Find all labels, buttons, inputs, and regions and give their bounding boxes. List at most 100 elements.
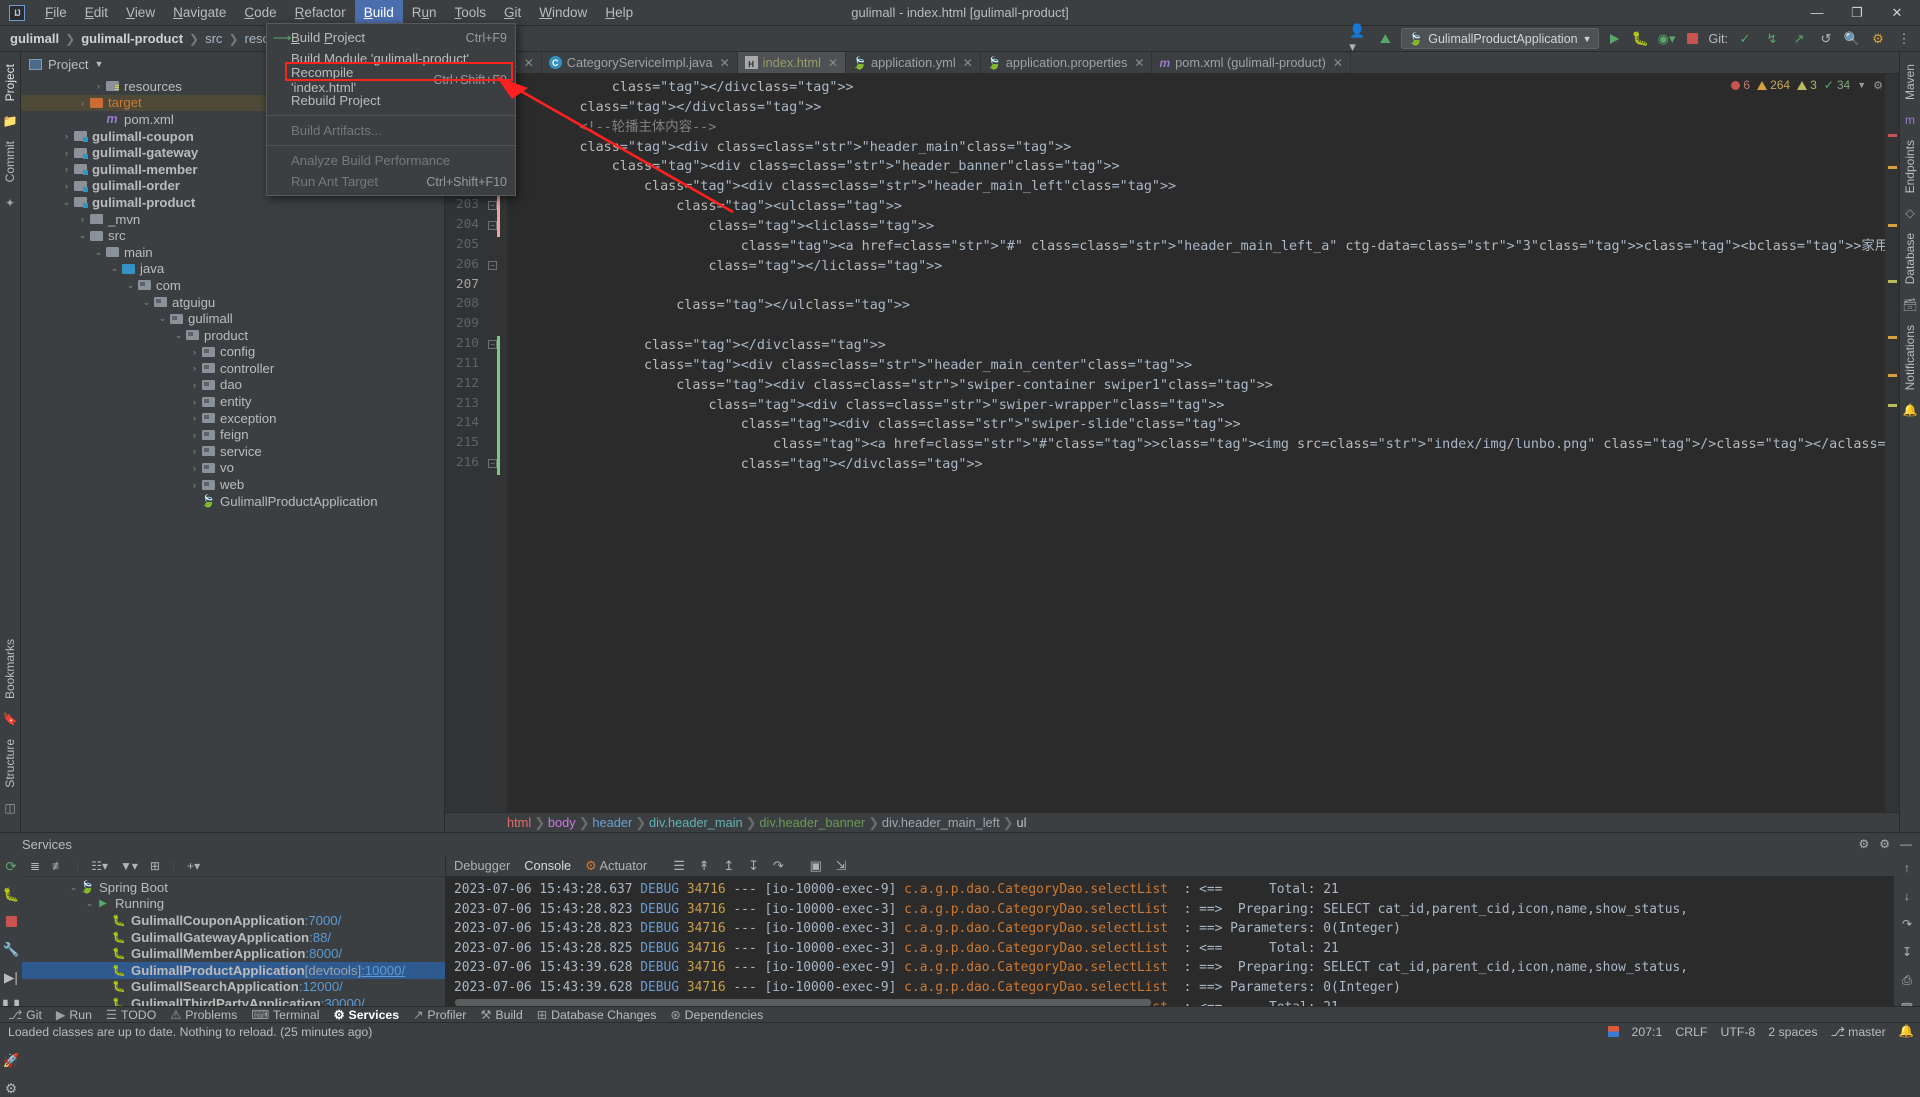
add-icon[interactable]: +▾ <box>187 859 200 873</box>
bookmark-icon[interactable]: 🔖 <box>3 712 18 726</box>
project-tree-row[interactable]: ›feign <box>21 426 444 443</box>
chevron-right-icon[interactable]: › <box>61 164 72 174</box>
menu-file[interactable]: File <box>36 0 76 26</box>
code-line[interactable]: class="tag"><div class=class="str">"head… <box>515 157 1120 177</box>
tool-tab-bookmarks[interactable]: Bookmarks <box>1 633 19 705</box>
chevron-down-icon[interactable]: ⌄ <box>173 330 184 341</box>
chevron-right-icon[interactable]: › <box>77 98 88 108</box>
add-tab-icon[interactable]: ⊞ <box>150 859 160 873</box>
service-port-link[interactable]: :12000/ <box>299 979 343 994</box>
menu-navigate[interactable]: Navigate <box>164 0 235 26</box>
inspection-errors[interactable]: 6 <box>1731 78 1750 92</box>
services-minimize-icon[interactable]: — <box>1900 837 1912 851</box>
project-tree-row[interactable]: ⌄java <box>21 261 444 278</box>
breadcrumb-header[interactable]: header <box>592 815 632 830</box>
chevron-right-icon[interactable]: › <box>61 148 72 158</box>
code-line[interactable]: class="tag"><div class=class="str">"head… <box>515 138 1071 158</box>
project-tree-row[interactable]: ⌄gulimall-product <box>21 194 444 211</box>
run-with-coverage-button[interactable]: ◉▾ <box>1657 29 1677 49</box>
user-avatar-icon[interactable]: 👤▾ <box>1349 29 1369 49</box>
project-tree-row[interactable]: ›web <box>21 476 444 493</box>
breadcrumb-ul[interactable]: ul <box>1017 815 1027 830</box>
code-fold-icon[interactable]: − <box>488 201 497 210</box>
close-icon[interactable]: ✕ <box>720 56 730 70</box>
soft-wrap-toggle-icon[interactable]: ↷ <box>1902 917 1912 931</box>
more-options-icon[interactable]: ⋮ <box>1894 29 1914 49</box>
breadcrumb-div-header-main[interactable]: div.header_main <box>649 815 743 830</box>
chevron-down-icon[interactable]: ▼ <box>94 59 103 69</box>
close-icon[interactable]: ✕ <box>963 56 973 70</box>
run-button[interactable] <box>1605 29 1625 49</box>
chevron-down-icon[interactable]: ⌄ <box>157 313 168 324</box>
services-toolbar[interactable]: ≣ ≢ | ☷▾ ▼▾ ⊞ | +▾ <box>22 855 445 877</box>
code-line[interactable]: class="tag"><div class=class="str">"swip… <box>515 415 1241 435</box>
console-tab-console[interactable]: Console <box>524 858 571 873</box>
error-stripe-mark[interactable] <box>1888 374 1897 377</box>
chevron-right-icon[interactable]: › <box>61 131 72 141</box>
error-stripe-mark[interactable] <box>1888 224 1897 227</box>
build-menu-popup[interactable]: ⟶ Build Project Ctrl+F9 Build Module 'gu… <box>266 23 516 196</box>
inspection-chevron-icon[interactable]: ▼ <box>1857 80 1866 90</box>
menu-refactor[interactable]: Refactor <box>286 0 355 26</box>
scroll-down-icon[interactable]: ↓ <box>1904 889 1910 903</box>
tool-window-bar[interactable]: ⎇Git▶Run☰TODO⚠Problems⌨Terminal⚙Services… <box>0 1006 1920 1022</box>
project-tree-row[interactable]: 🍃GulimallProductApplication <box>21 493 444 510</box>
breadcrumb-gulimall[interactable]: gulimall <box>8 31 61 46</box>
inspection-typos[interactable]: ✓ 34 <box>1824 78 1850 92</box>
chevron-right-icon[interactable]: › <box>189 430 200 440</box>
chevron-right-icon[interactable]: › <box>189 397 200 407</box>
soft-wrap-icon[interactable]: ↷ <box>773 858 784 874</box>
code-line[interactable]: class="tag"></divclass="tag">> <box>515 98 821 118</box>
menu-item-rebuild-project[interactable]: Rebuild Project <box>267 90 515 111</box>
project-tree-row[interactable]: ›config <box>21 344 444 361</box>
editor-tabs[interactable]: Service.java ✕ C CategoryServiceImpl.jav… <box>445 52 1899 74</box>
service-port-link[interactable]: :10000/ <box>361 963 405 978</box>
menu-help[interactable]: Help <box>596 0 642 26</box>
project-tree-row[interactable]: ›dao <box>21 377 444 394</box>
console-output[interactable]: 2023-07-06 15:43:28.637 DEBUG 34716 --- … <box>446 877 1894 1006</box>
project-tree-row[interactable]: ⌄atguigu <box>21 294 444 311</box>
tool-window-button-dependencies[interactable]: ⊛Dependencies <box>670 1008 763 1022</box>
code-line[interactable]: <!--轮播主体内容--> <box>515 118 716 138</box>
caret-position[interactable]: 207:1 <box>1632 1025 1663 1039</box>
export-icon[interactable]: ⇲ <box>836 858 847 874</box>
menu-window[interactable]: Window <box>530 0 596 26</box>
build-hammer-icon[interactable]: ⛰ <box>1375 29 1395 49</box>
tool-window-button-database-changes[interactable]: ⊞Database Changes <box>537 1008 657 1022</box>
chevron-right-icon[interactable]: › <box>61 181 72 191</box>
git-push-icon[interactable]: ↗ <box>1789 29 1809 49</box>
notifications-bell-icon[interactable]: 🔔 <box>1899 1024 1914 1039</box>
tool-tab-structure[interactable]: Structure <box>1 733 19 794</box>
menu-git[interactable]: Git <box>495 0 530 26</box>
structure-icon[interactable]: ◫ <box>4 801 15 815</box>
stop-icon[interactable] <box>6 915 17 930</box>
code-line[interactable]: class="tag"><div class=class="str">"head… <box>515 356 1192 376</box>
error-stripe-mark[interactable] <box>1888 166 1897 169</box>
console-horizontal-scrollbar[interactable] <box>455 999 1906 1006</box>
chevron-down-icon[interactable]: ⌄ <box>109 263 120 274</box>
help-icon[interactable]: ⚙ <box>5 1081 17 1097</box>
endpoints-icon[interactable]: ◇ <box>1905 206 1914 220</box>
tool-window-button-run[interactable]: ▶Run <box>56 1008 92 1022</box>
code-line[interactable]: class="tag"></ulclass="tag">> <box>515 296 910 316</box>
code-line[interactable]: class="tag"><div class=class="str">"swip… <box>515 376 1273 396</box>
project-tree-row[interactable]: ›_mvn <box>21 211 444 228</box>
print-icon[interactable]: ▣ <box>810 858 822 874</box>
tool-tab-database[interactable]: Database <box>1901 227 1919 290</box>
debug-button[interactable]: 🐛 <box>1631 29 1651 49</box>
tool-tab-notifications[interactable]: Notifications <box>1901 319 1919 396</box>
error-stripe[interactable] <box>1885 74 1899 812</box>
chevron-down-icon[interactable]: ⌄ <box>61 197 72 208</box>
error-stripe-mark[interactable] <box>1888 404 1897 407</box>
code-line[interactable]: class="tag"><a href=class="str">"#" clas… <box>515 237 1885 257</box>
services-tree[interactable]: ⌄🍃Spring Boot⌄▶Running🐛GulimallCouponApp… <box>22 877 445 1006</box>
close-button[interactable]: ✕ <box>1878 1 1916 25</box>
services-tree-row[interactable]: 🐛GulimallThirdPartyApplication :30000/ <box>22 995 445 1006</box>
project-tree-row[interactable]: ⌄main <box>21 244 444 261</box>
services-options-icon[interactable]: ⚙ <box>1879 837 1890 851</box>
chevron-right-icon[interactable]: › <box>77 214 88 224</box>
inspection-weak-warnings[interactable]: 3 <box>1797 78 1817 92</box>
project-tree-row[interactable]: ⌄src <box>21 227 444 244</box>
services-tree-row[interactable]: 🐛GulimallSearchApplication :12000/ <box>22 979 445 996</box>
chevron-right-icon[interactable]: › <box>189 363 200 373</box>
